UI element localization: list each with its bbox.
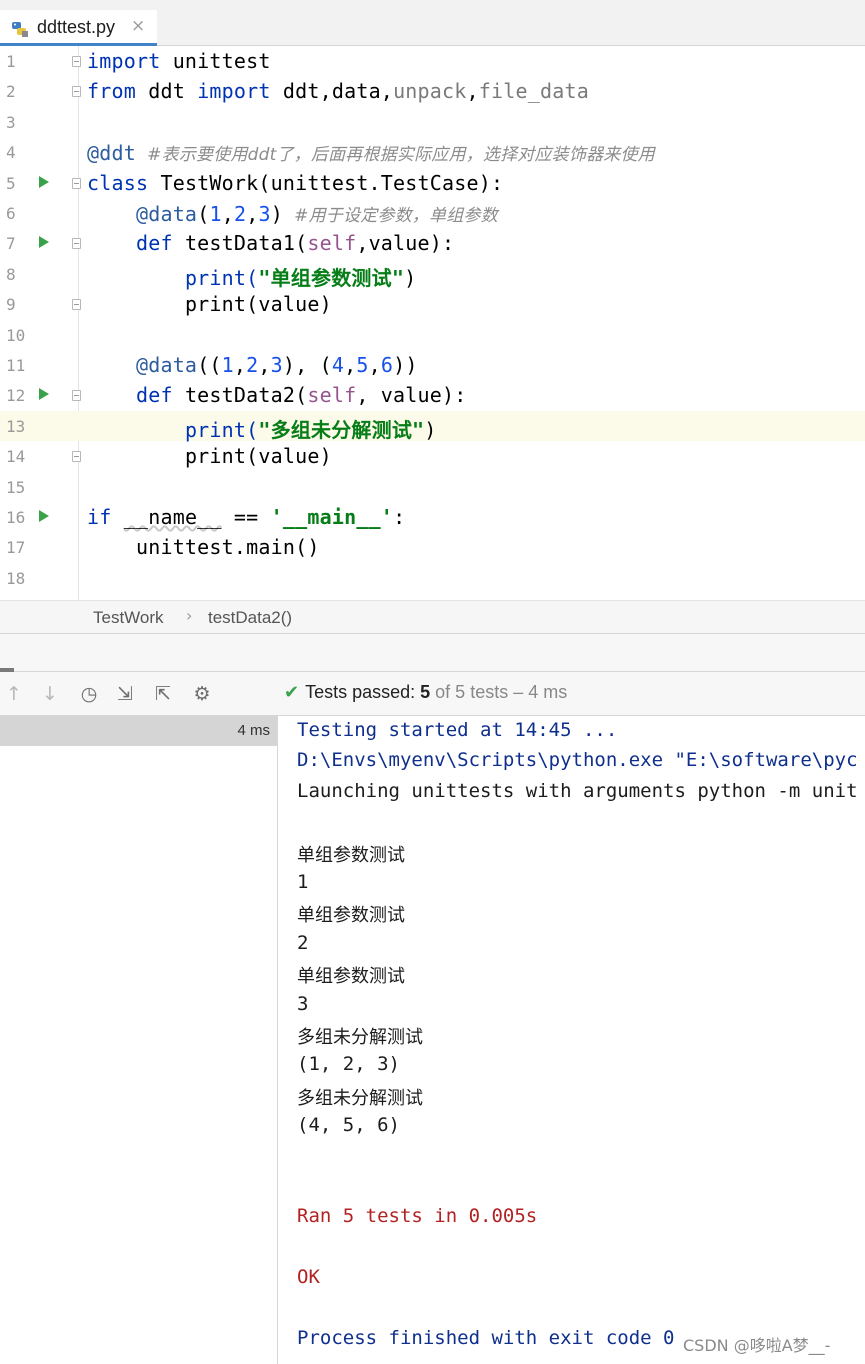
tab-ddttest-py[interactable]: ddttest.py × — [0, 10, 157, 46]
console-line: 1 — [297, 871, 309, 893]
code-line: 6 @data(1,2,3) #用于设定参数，单组参数 — [6, 202, 498, 226]
console-line: OK — [297, 1266, 320, 1289]
code-line: 16 if __name__ == '__main__': — [6, 505, 406, 529]
console-line: 单组参数测试 — [297, 905, 405, 927]
console-line: 3 — [297, 992, 309, 1015]
console-line: 单组参数测试 — [297, 966, 405, 988]
line-number: 3 — [6, 112, 16, 132]
test-tree-root-row[interactable]: 4 ms — [0, 716, 277, 746]
line-number: 8 — [6, 264, 16, 284]
code-line: 14 print(value) — [6, 444, 332, 469]
check-icon: ✔ — [284, 682, 300, 703]
code-line: 2 from ddt import ddt,data,unpack,file_d… — [6, 79, 589, 104]
close-icon[interactable]: × — [131, 16, 145, 36]
fold-icon[interactable] — [72, 451, 81, 463]
fold-icon[interactable] — [72, 299, 81, 311]
code-line: 18 — [0, 563, 865, 593]
line-number: 1 — [6, 52, 16, 71]
console-line: 多组未分解测试 — [297, 1027, 423, 1048]
code-line: 11 @data((1,2,3), (4,5,6)) — [6, 353, 418, 377]
run-icon[interactable] — [39, 510, 49, 522]
line-number: 7 — [6, 234, 16, 254]
console-line: Ran 5 tests in 0.005s — [297, 1205, 538, 1228]
export-icon[interactable]: ⇱ — [150, 681, 176, 707]
console-line: 2 — [297, 931, 309, 954]
run-toolbar: ↑ ↓ ◷ ⇲ ⇱ ⚙ ✔ Tests passed: 5 of 5 tests … — [0, 672, 865, 716]
import-icon[interactable]: ⇲ — [112, 681, 138, 707]
console-line: (4, 5, 6) — [297, 1114, 400, 1137]
console-line: Testing started at 14:45 ... — [297, 719, 618, 741]
code-line: 17 unittest.main() — [6, 535, 320, 560]
line-number: 4 — [6, 143, 16, 163]
history-icon[interactable]: ◷ — [76, 681, 102, 707]
breadcrumb-method[interactable]: testData2() — [208, 608, 292, 628]
breadcrumb: TestWork › testData2() — [0, 600, 865, 634]
code-line: 5 class TestWork(unittest.TestCase): — [6, 170, 504, 195]
run-icon[interactable] — [39, 388, 49, 401]
python-file-icon — [12, 22, 28, 37]
line-number: 12 — [6, 386, 26, 406]
arrow-down-icon[interactable]: ↓ — [37, 681, 63, 707]
editor-tab-bar: ddttest.py × — [0, 0, 865, 46]
line-number: 13 — [6, 416, 26, 436]
panel-divider[interactable] — [0, 634, 865, 672]
code-line: 3 — [0, 107, 865, 137]
console-line: 单组参数测试 — [297, 844, 405, 866]
line-number: 11 — [6, 356, 26, 375]
code-line: 1 import unittest — [6, 49, 271, 73]
line-number: 15 — [6, 477, 26, 497]
line-number: 10 — [6, 325, 26, 345]
console-line: Launching unittests with arguments pytho… — [297, 779, 858, 802]
console-line: (1, 2, 3) — [297, 1053, 400, 1076]
tab-filename: ddttest.py — [37, 17, 116, 37]
fold-icon[interactable] — [72, 56, 81, 67]
console-line: Process finished with exit code 0 — [297, 1327, 675, 1349]
line-number: 9 — [6, 295, 16, 315]
line-number: 5 — [6, 173, 16, 193]
line-number: 18 — [6, 568, 26, 588]
fold-icon[interactable] — [72, 238, 81, 250]
breadcrumb-separator: › — [186, 606, 193, 625]
test-status: ✔ Tests passed: 5 of 5 tests – 4 ms — [284, 682, 568, 703]
code-editor[interactable]: 1 import unittest 2 from ddt import ddt,… — [0, 46, 865, 600]
code-line: 10 — [0, 320, 865, 350]
line-number: 2 — [6, 82, 16, 102]
line-number: 17 — [6, 538, 26, 558]
arrow-up-icon[interactable]: ↑ — [1, 681, 27, 707]
code-line: 4 @ddt #表示要使用ddt了，后面再根据实际应用，选择对应装饰器来使用 — [6, 141, 655, 166]
code-line: 15 — [0, 472, 865, 502]
fold-icon[interactable] — [72, 177, 81, 189]
line-number: 16 — [6, 508, 26, 527]
code-line: 8 print("单组参数测试") — [6, 264, 417, 290]
code-line: 12 def testData2(self, value): — [6, 383, 467, 408]
watermark: CSDN @哆啦A梦__- — [683, 1332, 831, 1356]
breadcrumb-class[interactable]: TestWork — [93, 608, 164, 628]
code-line: 9 print(value) — [6, 292, 332, 317]
run-icon[interactable] — [39, 236, 49, 249]
current-code-line: 13 print("多组未分解测试") — [0, 410, 865, 442]
fold-icon[interactable] — [72, 86, 81, 98]
line-number: 14 — [6, 447, 26, 467]
gear-icon[interactable]: ⚙ — [189, 681, 215, 707]
console-line: 多组未分解测试 — [297, 1087, 423, 1109]
fold-icon[interactable] — [72, 390, 81, 402]
console-output[interactable]: Testing started at 14:45 ... D:\Envs\myen… — [278, 716, 865, 1364]
test-tree: 4 ms — [0, 716, 278, 1364]
test-duration: 4 ms — [237, 722, 270, 739]
code-line: 7 def testData1(self,value): — [6, 231, 455, 256]
run-icon[interactable] — [39, 175, 49, 188]
line-number: 6 — [6, 204, 16, 223]
console-line: D:\Envs\myenv\Scripts\python.exe "E:\sof… — [297, 749, 858, 772]
